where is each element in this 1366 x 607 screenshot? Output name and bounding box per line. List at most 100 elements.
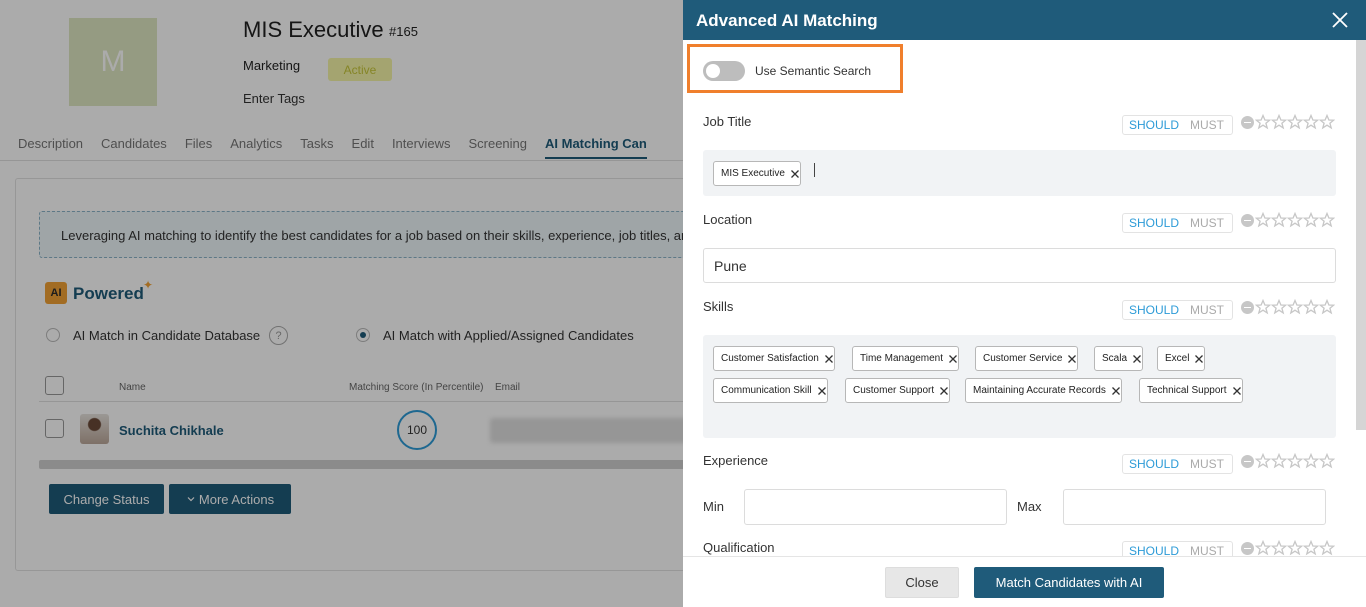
should-option[interactable]: SHOULD [1123,118,1184,132]
experience-weight-rating[interactable] [1241,453,1335,469]
remove-chip-icon[interactable] [824,354,834,364]
skills-should-must-toggle[interactable]: SHOULD MUST [1122,300,1233,320]
chip-label: Customer Support [853,385,935,396]
remove-chip-icon[interactable] [790,169,800,179]
remove-chip-icon[interactable] [1132,354,1142,364]
drawer-header: Advanced AI Matching [683,0,1366,40]
drawer-body: Use Semantic Search Job Title SHOULD MUS… [683,40,1366,556]
star-icon[interactable] [1255,540,1271,556]
semantic-search-label: Use Semantic Search [755,64,872,78]
skills-tag-input[interactable]: Customer Satisfaction Time Management Cu… [703,335,1336,438]
remove-chip-icon[interactable] [948,354,958,364]
job-title-should-must-toggle[interactable]: SHOULD MUST [1122,115,1233,135]
chip-label: Maintaining Accurate Records [973,385,1106,396]
semantic-search-toggle[interactable] [703,61,745,81]
chip-label: Time Management [860,353,943,364]
experience-min-label: Min [703,499,724,514]
minus-icon[interactable] [1241,300,1254,314]
star-icon[interactable] [1255,212,1271,228]
star-icon[interactable] [1303,114,1319,130]
job-title-tag-input[interactable]: MIS Executive [703,150,1336,196]
star-icon[interactable] [1319,540,1335,556]
chip-label: MIS Executive [721,168,785,179]
chip-label: Excel [1165,353,1190,364]
location-input[interactable]: Pune [703,248,1336,283]
skill-chip: Time Management [852,346,959,371]
should-option[interactable]: SHOULD [1123,544,1184,556]
star-icon[interactable] [1287,299,1303,315]
minus-icon[interactable] [1241,115,1254,129]
minus-icon[interactable] [1241,541,1254,555]
chip-label: Customer Service [983,353,1063,364]
skill-chip: Scala [1094,346,1144,371]
chip-label: Customer Satisfaction [721,353,819,364]
must-option[interactable]: MUST [1184,544,1224,556]
minus-icon[interactable] [1241,213,1254,227]
advanced-ai-matching-drawer: Advanced AI Matching Use Semantic Search… [683,0,1366,607]
qualification-label: Qualification [703,540,775,555]
experience-max-input[interactable] [1063,489,1326,525]
match-candidates-button[interactable]: Match Candidates with AI [974,567,1164,598]
remove-chip-icon[interactable] [1194,354,1204,364]
should-option[interactable]: SHOULD [1123,303,1184,317]
close-icon[interactable] [1331,11,1349,29]
skill-chip: Technical Support [1139,378,1243,403]
star-icon[interactable] [1303,540,1319,556]
experience-max-label: Max [1017,499,1042,514]
qualification-should-must-toggle[interactable]: SHOULD MUST [1122,541,1233,556]
job-title-chip: MIS Executive [713,161,801,186]
remove-chip-icon[interactable] [1067,354,1077,364]
star-icon[interactable] [1271,299,1287,315]
skills-label: Skills [703,299,734,314]
remove-chip-icon[interactable] [1232,386,1242,396]
skill-chip: Communication Skill [713,378,828,403]
remove-chip-icon[interactable] [1111,386,1121,396]
skill-chip: Maintaining Accurate Records [965,378,1122,403]
star-icon[interactable] [1319,212,1335,228]
location-weight-rating[interactable] [1241,212,1335,228]
job-title-label: Job Title [703,114,752,129]
must-option[interactable]: MUST [1184,216,1224,230]
star-icon[interactable] [1287,453,1303,469]
must-option[interactable]: MUST [1184,303,1224,317]
skill-chip: Customer Satisfaction [713,346,835,371]
text-cursor [814,163,815,177]
close-button[interactable]: Close [885,567,959,598]
star-icon[interactable] [1319,453,1335,469]
qualification-weight-rating[interactable] [1241,540,1335,556]
star-icon[interactable] [1271,114,1287,130]
experience-min-input[interactable] [744,489,1007,525]
star-icon[interactable] [1319,114,1335,130]
star-icon[interactable] [1319,299,1335,315]
skill-chip: Customer Support [845,378,951,403]
star-icon[interactable] [1287,212,1303,228]
must-option[interactable]: MUST [1184,457,1224,471]
location-label: Location [703,212,753,227]
drawer-footer: Close Match Candidates with AI [683,556,1366,607]
chip-label: Scala [1102,353,1128,364]
star-icon[interactable] [1255,114,1271,130]
skills-weight-rating[interactable] [1241,299,1335,315]
drawer-vertical-scrollbar[interactable] [1356,40,1366,430]
star-icon[interactable] [1255,453,1271,469]
star-icon[interactable] [1271,540,1287,556]
should-option[interactable]: SHOULD [1123,216,1184,230]
job-title-weight-rating[interactable] [1241,114,1335,130]
minus-icon[interactable] [1241,454,1254,468]
location-should-must-toggle[interactable]: SHOULD MUST [1122,213,1233,233]
remove-chip-icon[interactable] [939,386,949,396]
should-option[interactable]: SHOULD [1123,457,1184,471]
star-icon[interactable] [1303,212,1319,228]
star-icon[interactable] [1255,299,1271,315]
experience-should-must-toggle[interactable]: SHOULD MUST [1122,454,1233,474]
star-icon[interactable] [1287,540,1303,556]
star-icon[interactable] [1287,114,1303,130]
remove-chip-icon[interactable] [817,386,827,396]
star-icon[interactable] [1303,453,1319,469]
star-icon[interactable] [1271,453,1287,469]
drawer-title: Advanced AI Matching [696,11,878,30]
star-icon[interactable] [1271,212,1287,228]
experience-label: Experience [703,453,769,468]
star-icon[interactable] [1303,299,1319,315]
must-option[interactable]: MUST [1184,118,1224,132]
